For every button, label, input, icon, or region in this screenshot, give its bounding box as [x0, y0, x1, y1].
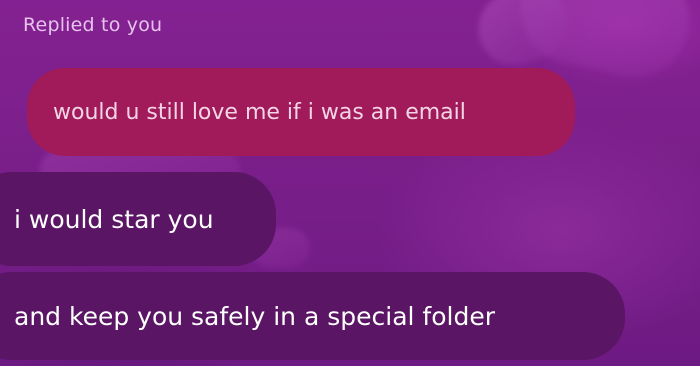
replied-to-you-label: Replied to you [23, 14, 163, 36]
message-text: and keep you safely in a special folder [14, 301, 495, 331]
quoted-message-bubble[interactable]: would u still love me if i was an email [27, 68, 575, 156]
chat-screen: Replied to you would u still love me if … [0, 0, 700, 366]
message-bubble[interactable]: and keep you safely in a special folder [0, 272, 625, 360]
message-bubble[interactable]: i would star you [0, 172, 276, 266]
quoted-message-text: would u still love me if i was an email [53, 99, 466, 125]
message-text: i would star you [14, 204, 214, 234]
